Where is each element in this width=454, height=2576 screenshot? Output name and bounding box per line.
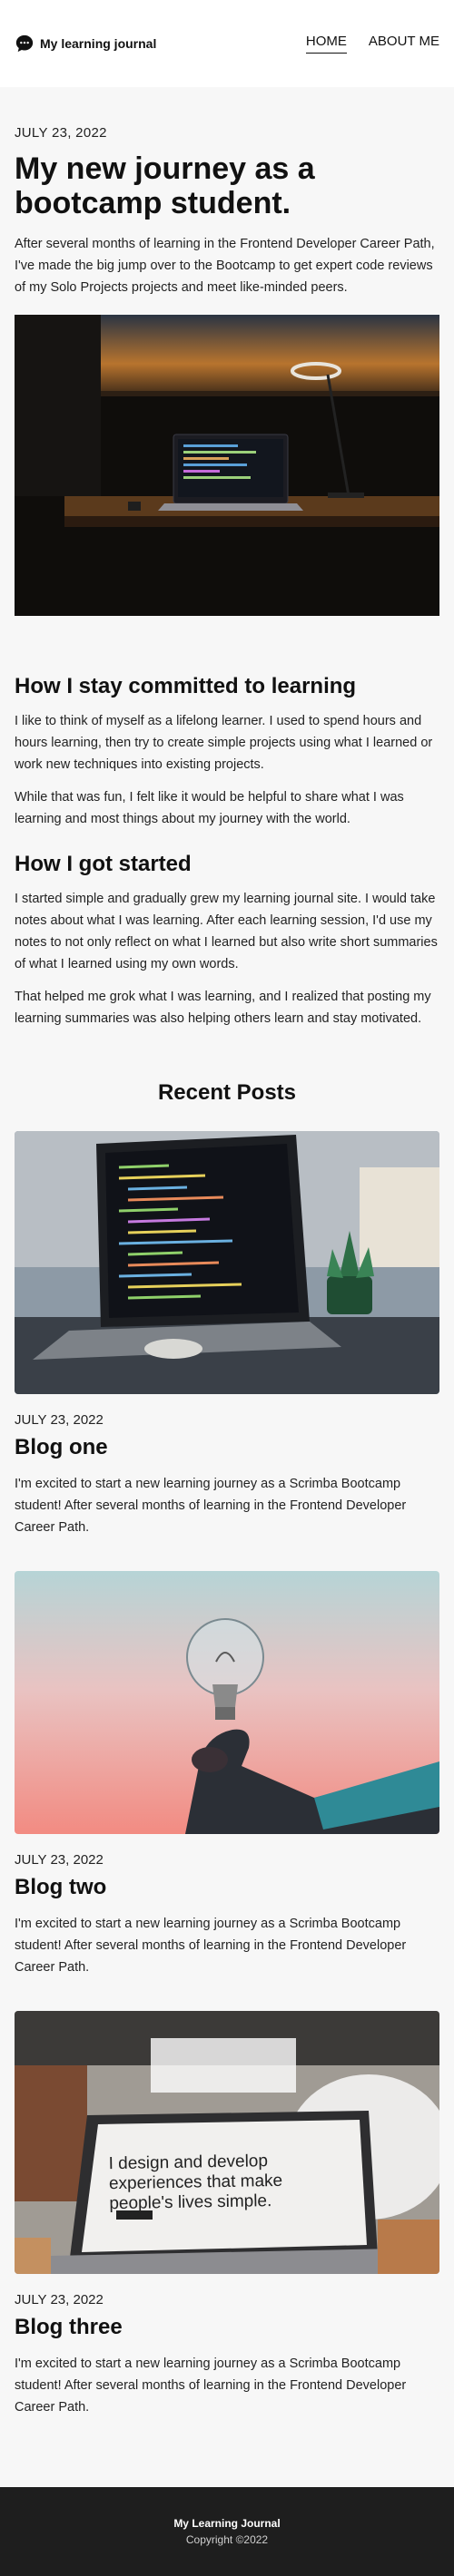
post-date: JULY 23, 2022 bbox=[15, 2292, 104, 2308]
section-paragraph: I like to think of myself as a lifelong … bbox=[15, 714, 433, 772]
brand-name: My learning journal bbox=[40, 36, 157, 51]
section-title: How I got started bbox=[15, 852, 192, 876]
post-date: JULY 23, 2022 bbox=[15, 1852, 104, 1868]
footer-title: My Learning Journal bbox=[173, 2517, 281, 2530]
footer-copyright: Copyright ©2022 bbox=[185, 2533, 269, 2546]
recent-posts-title: Recent Posts bbox=[157, 1080, 297, 1105]
post-date: JULY 23, 2022 bbox=[15, 1412, 104, 1428]
post-image bbox=[15, 1571, 439, 1834]
post-description: I'm excited to start a new learning jour… bbox=[15, 1917, 407, 1975]
section-paragraph: That helped me grok what I was learning,… bbox=[15, 990, 431, 1026]
post-description: I'm excited to start a new learning jour… bbox=[15, 1477, 407, 1535]
hero: JULY 23, 2022 My new journey as a bootca… bbox=[15, 87, 439, 616]
post-title[interactable]: Blog three bbox=[15, 2315, 439, 2340]
post-title[interactable]: Blog one bbox=[15, 1435, 439, 1460]
post-description: I'm excited to start a new learning jour… bbox=[15, 2356, 407, 2415]
post-card[interactable]: JULY 23, 2022 Blog two I'm excited to st… bbox=[15, 1571, 439, 1978]
post-card[interactable]: JULY 23, 2022 Blog one I'm excited to st… bbox=[15, 1131, 439, 1538]
section-started: How I got started I started simple and g… bbox=[15, 852, 439, 1029]
hero-date: JULY 23, 2022 bbox=[15, 125, 107, 141]
post-image bbox=[15, 1131, 439, 1394]
post-image: I design and develop experiences that ma… bbox=[15, 2011, 439, 2274]
nav-home-link[interactable]: HOME bbox=[305, 34, 347, 54]
site-header: My learning journal HOME ABOUT ME bbox=[0, 0, 454, 87]
section-committed: How I stay committed to learning I like … bbox=[15, 674, 439, 830]
hero-title: My new journey as a bootcamp student. bbox=[15, 151, 315, 220]
main-content: JULY 23, 2022 My new journey as a bootca… bbox=[0, 87, 454, 2487]
section-paragraph: While that was fun, I felt like it would… bbox=[15, 790, 404, 826]
section-title: How I stay committed to learning bbox=[15, 674, 357, 698]
brand[interactable]: My learning journal bbox=[15, 34, 156, 54]
post-image-caption: I design and develop experiences that ma… bbox=[108, 2152, 283, 2214]
section-paragraph: I started simple and gradually grew my l… bbox=[15, 892, 438, 971]
nav-about-link[interactable]: ABOUT ME bbox=[369, 34, 439, 54]
main-nav: HOME ABOUT ME bbox=[305, 34, 439, 54]
hero-image bbox=[15, 315, 439, 616]
hero-description: After several months of learning in the … bbox=[15, 237, 435, 295]
post-title[interactable]: Blog two bbox=[15, 1875, 439, 1900]
site-footer: My Learning Journal Copyright ©2022 bbox=[0, 2487, 454, 2576]
chat-bubble-icon bbox=[15, 34, 34, 53]
post-card[interactable]: I design and develop experiences that ma… bbox=[15, 2011, 439, 2418]
